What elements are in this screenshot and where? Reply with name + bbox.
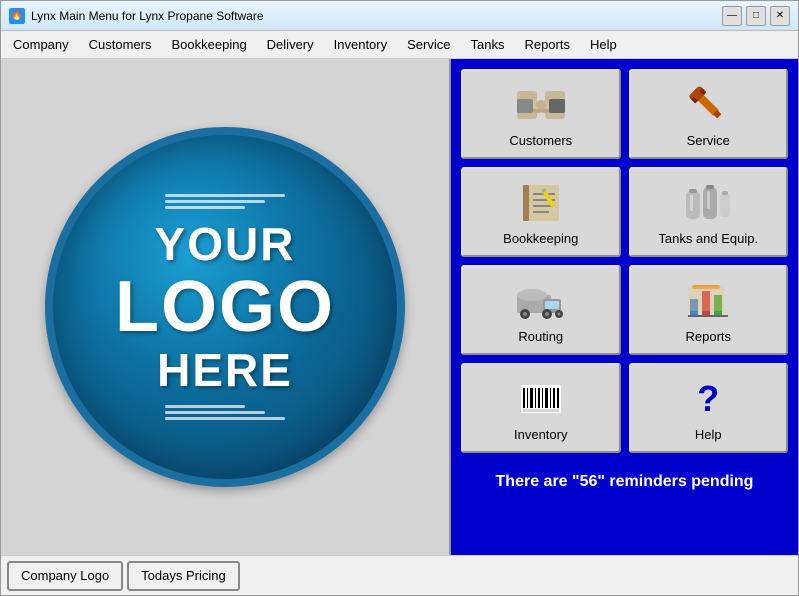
routing-label: Routing xyxy=(518,329,563,344)
close-button[interactable]: ✕ xyxy=(770,6,790,26)
service-label: Service xyxy=(687,133,730,148)
routing-button[interactable]: Routing xyxy=(461,265,621,355)
logo-text-your: YOUR xyxy=(155,217,296,271)
bottom-bar: Company Logo Todays Pricing xyxy=(1,555,798,595)
handshake-icon xyxy=(515,81,567,129)
right-panel: Customers xyxy=(451,59,798,555)
reminders-text: There are "56" reminders pending xyxy=(461,465,788,499)
tanks-label: Tanks and Equip. xyxy=(658,231,758,246)
bookkeeping-button[interactable]: Bookkeeping xyxy=(461,167,621,257)
logo-line-2 xyxy=(165,200,265,203)
logo-line-5 xyxy=(165,411,265,414)
maximize-button[interactable]: □ xyxy=(746,6,766,26)
menu-item-company[interactable]: Company xyxy=(3,31,79,58)
main-window: 🔥 Lynx Main Menu for Lynx Propane Softwa… xyxy=(0,0,799,596)
customers-button[interactable]: Customers xyxy=(461,69,621,159)
main-content: YOUR LOGO HERE xyxy=(1,59,798,555)
app-icon: 🔥 xyxy=(9,8,25,24)
logo-lines-bottom xyxy=(165,405,285,420)
grid-row-1: Customers xyxy=(461,69,788,159)
title-bar: 🔥 Lynx Main Menu for Lynx Propane Softwa… xyxy=(1,1,798,31)
reports-button[interactable]: Reports xyxy=(629,265,789,355)
logo-text-logo: LOGO xyxy=(115,271,335,343)
logo-line-1 xyxy=(165,194,285,197)
bookkeeping-label: Bookkeeping xyxy=(503,231,578,246)
window-title: Lynx Main Menu for Lynx Propane Software xyxy=(31,9,722,23)
logo-lines-top xyxy=(165,194,285,209)
todays-pricing-tab[interactable]: Todays Pricing xyxy=(127,561,240,591)
tanks-button[interactable]: Tanks and Equip. xyxy=(629,167,789,257)
help-button[interactable]: ? Help xyxy=(629,363,789,453)
inventory-label: Inventory xyxy=(514,427,567,442)
wrench-icon xyxy=(682,81,734,129)
logo-circle: YOUR LOGO HERE xyxy=(45,127,405,487)
menu-item-help[interactable]: Help xyxy=(580,31,627,58)
menu-item-bookkeeping[interactable]: Bookkeeping xyxy=(162,31,257,58)
menu-item-service[interactable]: Service xyxy=(397,31,460,58)
reports-label: Reports xyxy=(685,329,731,344)
left-panel: YOUR LOGO HERE xyxy=(1,59,451,555)
menu-item-delivery[interactable]: Delivery xyxy=(257,31,324,58)
logo-line-3 xyxy=(165,206,245,209)
menu-item-customers[interactable]: Customers xyxy=(79,31,162,58)
truck-icon xyxy=(515,277,567,325)
inventory-button[interactable]: Inventory xyxy=(461,363,621,453)
grid-row-2: Bookkeeping xyxy=(461,167,788,257)
minimize-button[interactable]: — xyxy=(722,6,742,26)
logo-line-6 xyxy=(165,417,285,420)
book-icon xyxy=(515,179,567,227)
help-label: Help xyxy=(695,427,722,442)
customers-label: Customers xyxy=(509,133,572,148)
barcode-icon xyxy=(515,375,567,423)
menu-item-inventory[interactable]: Inventory xyxy=(324,31,397,58)
menu-bar: CompanyCustomersBookkeepingDeliveryInven… xyxy=(1,31,798,59)
menu-item-tanks[interactable]: Tanks xyxy=(460,31,514,58)
question-icon: ? xyxy=(682,375,734,423)
grid-row-4: Inventory ? Help xyxy=(461,363,788,453)
menu-item-reports[interactable]: Reports xyxy=(514,31,580,58)
chart-icon xyxy=(682,277,734,325)
logo-line-4 xyxy=(165,405,245,408)
logo-text-here: HERE xyxy=(157,343,293,397)
tank-icon xyxy=(682,179,734,227)
company-logo-tab[interactable]: Company Logo xyxy=(7,561,123,591)
grid-row-3: Routing xyxy=(461,265,788,355)
window-controls: — □ ✕ xyxy=(722,6,790,26)
service-button[interactable]: Service xyxy=(629,69,789,159)
